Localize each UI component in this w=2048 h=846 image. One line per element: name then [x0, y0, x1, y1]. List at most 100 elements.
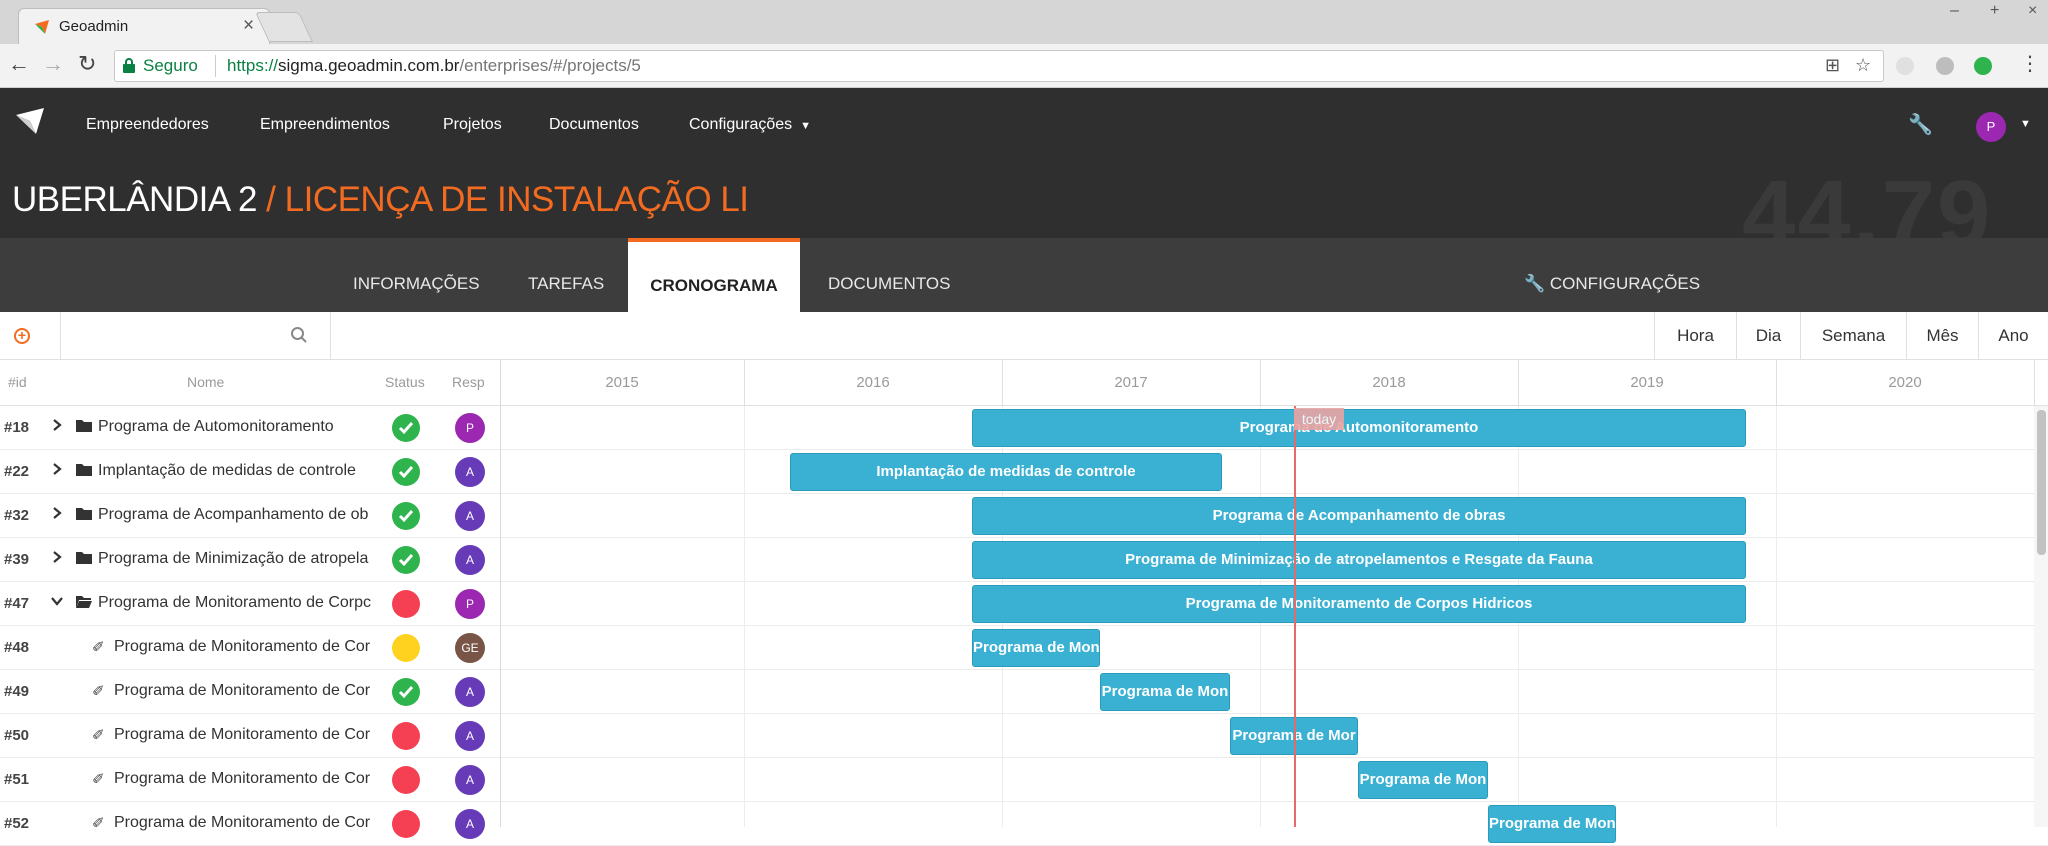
status-badge: [392, 502, 420, 530]
avatar[interactable]: A: [455, 809, 485, 839]
table-row[interactable]: #51 ✐ Programa de Monitoramento de Cor A: [0, 758, 2048, 802]
column-header-resp[interactable]: Resp: [452, 374, 485, 390]
add-task-icon[interactable]: +: [14, 328, 30, 344]
page-title: UBERLÂNDIA 2 / LICENÇA DE INSTALAÇÃO LI: [12, 180, 749, 220]
row-name[interactable]: Programa de Acompanhamento de ob: [98, 506, 378, 524]
gantt-bar[interactable]: Programa de Mon: [972, 629, 1100, 667]
folder-icon: [76, 464, 92, 476]
browser-tab[interactable]: Geoadmin ×: [18, 8, 270, 44]
address-bar[interactable]: Seguro https://sigma.geoadmin.com.br/ent…: [114, 50, 1884, 82]
tab-documentos[interactable]: DOCUMENTOS: [828, 238, 950, 312]
url-scheme: https://: [227, 56, 279, 75]
row-name[interactable]: Programa de Monitoramento de Corpc: [98, 594, 380, 612]
extension-ghost-icon[interactable]: [1936, 57, 1954, 75]
avatar[interactable]: A: [455, 721, 485, 751]
year-divider: [2034, 360, 2035, 406]
gantt-bar[interactable]: Programa de Mon: [1358, 761, 1488, 799]
tab-informacoes[interactable]: INFORMAÇÕES: [353, 238, 480, 312]
status-badge: [392, 634, 420, 662]
lock-icon: [123, 58, 135, 73]
nav-empreendimentos[interactable]: Empreendimentos: [260, 116, 390, 134]
minimize-icon[interactable]: –: [1950, 2, 1959, 20]
extension-icon[interactable]: [1896, 57, 1914, 75]
window-close-icon[interactable]: ×: [2028, 2, 2037, 20]
column-header-status[interactable]: Status: [385, 374, 425, 390]
toolbar-divider: [330, 312, 331, 360]
nav-documentos[interactable]: Documentos: [549, 116, 639, 134]
maximize-icon[interactable]: +: [1990, 2, 1999, 20]
forward-arrow-icon[interactable]: →: [42, 51, 64, 77]
grid-split-divider[interactable]: [500, 360, 501, 827]
row-name[interactable]: Programa de Monitoramento de Cor: [114, 682, 376, 700]
row-name[interactable]: Programa de Monitoramento de Cor: [114, 726, 376, 744]
user-avatar[interactable]: P: [1976, 112, 2006, 142]
extension-leaf-icon[interactable]: [1974, 57, 1992, 75]
browser-menu-icon[interactable]: ⋮: [2020, 51, 2040, 76]
gantt-bar[interactable]: Programa de Minimização de atropelamento…: [972, 541, 1746, 579]
reload-icon[interactable]: ↻: [78, 51, 96, 77]
row-name[interactable]: Programa de Automonitoramento: [98, 418, 378, 436]
row-id: #22: [4, 463, 30, 480]
search-icon[interactable]: [290, 326, 308, 344]
avatar[interactable]: A: [455, 457, 485, 487]
app-header: Empreendedores Empreendimentos Projetos …: [0, 88, 2048, 238]
zoom-mes-button[interactable]: Mês: [1906, 312, 1978, 360]
tab-close-icon[interactable]: ×: [243, 15, 254, 37]
chevron-right-icon[interactable]: [50, 418, 64, 432]
gantt-bar[interactable]: Programa de Monitoramento de Corpos Hidr…: [972, 585, 1746, 623]
bookmark-star-icon[interactable]: ☆: [1855, 55, 1871, 76]
avatar[interactable]: A: [455, 501, 485, 531]
table-row[interactable]: #50 ✐ Programa de Monitoramento de Cor A: [0, 714, 2048, 758]
zoom-dia-button[interactable]: Dia: [1736, 312, 1800, 360]
table-row[interactable]: #49 ✐ Programa de Monitoramento de Cor A: [0, 670, 2048, 714]
avatar[interactable]: GE: [455, 633, 485, 663]
task-icon: ✐: [92, 771, 105, 788]
gantt-bar[interactable]: Programa de Mon: [1488, 805, 1616, 843]
geoadmin-logo-icon[interactable]: [14, 106, 48, 136]
chevron-right-icon[interactable]: [50, 462, 64, 476]
column-header-nome[interactable]: Nome: [187, 374, 224, 390]
gantt-bar[interactable]: Implantação de medidas de controle: [790, 453, 1222, 491]
tab-tarefas[interactable]: TAREFAS: [528, 238, 604, 312]
zoom-ano-button[interactable]: Ano: [1978, 312, 2048, 360]
translate-icon[interactable]: ⊞: [1825, 55, 1840, 76]
year-2019: 2019: [1630, 374, 1664, 391]
row-name[interactable]: Programa de Minimização de atropela: [98, 550, 378, 568]
chevron-down-icon[interactable]: [50, 594, 64, 608]
avatar[interactable]: A: [455, 677, 485, 707]
chevron-right-icon[interactable]: [50, 506, 64, 520]
nav-configuracoes[interactable]: Configurações ▼: [689, 116, 811, 134]
gantt-toolbar: + Hora Dia Semana Mês Ano: [0, 312, 2048, 360]
row-name[interactable]: Programa de Monitoramento de Cor: [114, 814, 376, 832]
year-divider: [1776, 360, 1777, 406]
avatar[interactable]: P: [455, 589, 485, 619]
wrench-icon[interactable]: 🔧: [1908, 112, 1933, 137]
row-name[interactable]: Implantação de medidas de controle: [98, 462, 378, 480]
nav-empreendedores[interactable]: Empreendedores: [86, 116, 209, 134]
zoom-semana-button[interactable]: Semana: [1800, 312, 1906, 360]
avatar[interactable]: A: [455, 545, 485, 575]
gantt-bar[interactable]: Programa de Acompanhamento de obras: [972, 497, 1746, 535]
tab-cronograma[interactable]: CRONOGRAMA: [628, 238, 800, 312]
back-arrow-icon[interactable]: ←: [8, 51, 30, 77]
avatar[interactable]: P: [455, 413, 485, 443]
user-menu-chevron-icon[interactable]: ▼: [2020, 118, 2031, 130]
nav-configuracoes-label: Configurações: [689, 116, 793, 133]
gantt-bar[interactable]: Programa de Mon: [1100, 673, 1230, 711]
year-2017: 2017: [1114, 374, 1148, 391]
avatar[interactable]: A: [455, 765, 485, 795]
row-id: #50: [4, 727, 30, 744]
scrollbar-thumb[interactable]: [2037, 410, 2046, 555]
column-header-id[interactable]: #id: [8, 374, 27, 390]
zoom-hora-button[interactable]: Hora: [1654, 312, 1736, 360]
tab-title: Geoadmin: [59, 18, 129, 35]
gantt-bar[interactable]: Programa de Automonitoramento: [972, 409, 1746, 447]
nav-projetos[interactable]: Projetos: [443, 116, 502, 134]
row-name[interactable]: Programa de Monitoramento de Cor: [114, 638, 376, 656]
row-name[interactable]: Programa de Monitoramento de Cor: [114, 770, 376, 788]
tab-configuracoes[interactable]: 🔧 CONFIGURAÇÕES: [1524, 238, 1700, 312]
url-text: https://sigma.geoadmin.com.br/enterprise…: [227, 56, 641, 76]
chevron-right-icon[interactable]: [50, 550, 64, 564]
table-row[interactable]: #52 ✐ Programa de Monitoramento de Cor A: [0, 802, 2048, 846]
folder-icon: [76, 508, 92, 520]
